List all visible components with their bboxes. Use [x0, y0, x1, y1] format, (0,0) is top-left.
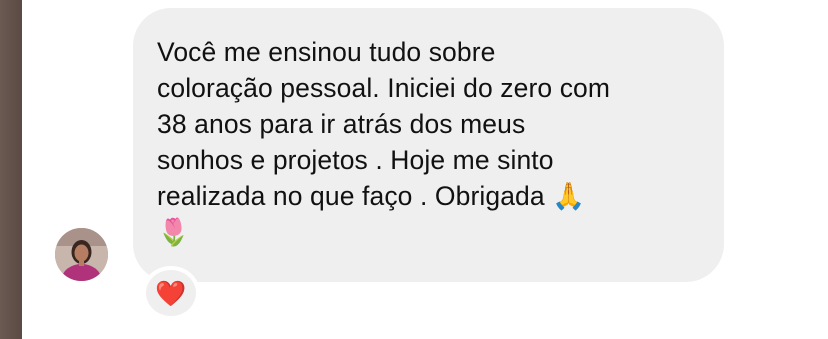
message-bubble[interactable]: Você me ensinou tudo sobre coloração pes… — [133, 8, 724, 282]
sender-avatar[interactable] — [55, 228, 108, 281]
heart-icon: ❤️ — [155, 278, 187, 308]
background-edge — [0, 0, 22, 339]
profile-photo-icon — [55, 228, 108, 281]
reaction-badge[interactable]: ❤️ — [142, 266, 200, 320]
message-text: Você me ensinou tudo sobre coloração pes… — [157, 37, 611, 247]
